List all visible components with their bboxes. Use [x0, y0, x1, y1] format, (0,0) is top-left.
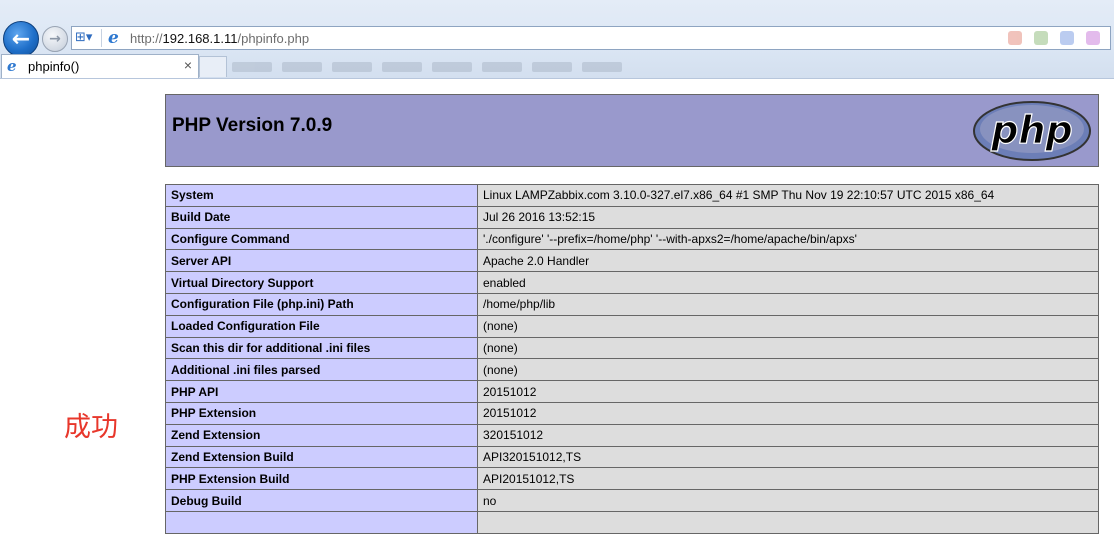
row-value: 20151012 — [477, 401, 1099, 425]
table-row: Server API Apache 2.0 Handler — [165, 249, 1099, 273]
row-key: Debug Build — [165, 489, 478, 512]
table-row: Configuration File (php.ini) Path/home/p… — [165, 292, 1099, 316]
row-key: PHP API — [165, 380, 478, 403]
forward-arrow-icon: → — [49, 31, 61, 47]
phpinfo-header: PHP Version 7.0.9 php — [165, 94, 1099, 167]
row-key: Zend Extension Build — [165, 445, 478, 469]
row-value: /home/php/lib — [477, 292, 1099, 316]
row-key: Zend Extension — [165, 423, 478, 447]
phpinfo-rows: System Linux LAMPZabbix.com 3.10.0-327.el… — [165, 184, 1099, 534]
row-value: enabled — [477, 271, 1099, 294]
phpinfo-table: System Linux LAMPZabbix.com 3.10.0-327.el… — [165, 184, 1099, 534]
row-key: Server API — [165, 249, 478, 273]
forward-button[interactable]: → — [42, 26, 68, 52]
php-logo-text: php — [990, 108, 1072, 152]
row-key: Configure Command — [165, 227, 478, 251]
compatibility-icon[interactable]: ⊞▾ — [75, 29, 102, 47]
new-tab-button[interactable] — [199, 56, 227, 77]
table-row: Zend Extension Build API320151012,TS — [165, 445, 1099, 469]
table-row: Additional .ini files parsed (none) — [165, 358, 1099, 382]
close-tab-icon[interactable]: × — [184, 57, 192, 73]
address-bar-icons — [1008, 31, 1100, 45]
back-button[interactable]: ← — [3, 21, 39, 57]
row-value — [477, 510, 1099, 534]
page-title: PHP Version 7.0.9 — [172, 115, 333, 136]
row-key — [165, 510, 478, 534]
table-row: Zend Extension 320151012 — [165, 423, 1099, 447]
table-row — [165, 510, 1099, 534]
row-key: Additional .ini files parsed — [165, 358, 478, 382]
row-key: Configuration File (php.ini) Path — [165, 292, 478, 316]
row-key: Build Date — [165, 205, 478, 229]
php-logo-icon: php — [973, 101, 1091, 161]
row-key: System — [165, 184, 478, 207]
row-key: PHP Extension — [165, 401, 478, 425]
row-key: PHP Extension Build — [165, 467, 478, 491]
table-row: PHP Extension Build API20151012,TS — [165, 467, 1099, 491]
row-value: 20151012 — [477, 380, 1099, 403]
table-row: PHP API 20151012 — [165, 380, 1099, 403]
row-key: Loaded Configuration File — [165, 314, 478, 338]
tab-favicon-icon: e — [7, 57, 17, 75]
row-value: (none) — [477, 358, 1099, 382]
row-value: no — [477, 489, 1099, 512]
tab-title: phpinfo() — [28, 59, 80, 74]
browser-chrome: ← → ⊞▾ e http://192.168.1.11/phpinfo.php… — [0, 0, 1114, 79]
row-value: './configure' '--prefix=/home/php' '--wi… — [477, 227, 1099, 251]
row-value: 320151012 — [477, 423, 1099, 447]
table-row: Scan this dir for additional .ini files(… — [165, 336, 1099, 360]
table-row: Loaded Configuration File (none) — [165, 314, 1099, 338]
table-row: PHP Extension 20151012 — [165, 401, 1099, 425]
table-row: System Linux LAMPZabbix.com 3.10.0-327.el… — [165, 184, 1099, 207]
row-value: (none) — [477, 314, 1099, 338]
row-key: Virtual Directory Support — [165, 271, 478, 294]
table-row: Virtual Directory Support enabled — [165, 271, 1099, 294]
url-text[interactable]: http://192.168.1.11/phpinfo.php — [130, 31, 309, 46]
success-annotation: 成功 — [64, 412, 118, 443]
row-value: API320151012,TS — [477, 445, 1099, 469]
table-row: Build Date Jul 26 2016 13:52:15 — [165, 205, 1099, 229]
tab-phpinfo[interactable]: e phpinfo() × — [1, 54, 199, 78]
favorites-bar — [232, 62, 622, 72]
ie-page-icon: e — [108, 28, 119, 48]
row-value: API20151012,TS — [477, 467, 1099, 491]
back-arrow-icon: ← — [11, 26, 31, 52]
address-bar[interactable]: ⊞▾ e http://192.168.1.11/phpinfo.php — [71, 26, 1111, 50]
row-value: Linux LAMPZabbix.com 3.10.0-327.el7.x86_… — [477, 184, 1099, 207]
row-value: Jul 26 2016 13:52:15 — [477, 205, 1099, 229]
table-row: Debug Build no — [165, 489, 1099, 512]
row-value: (none) — [477, 336, 1099, 360]
table-row: Configure Command './configure' '--prefix… — [165, 227, 1099, 251]
row-value: Apache 2.0 Handler — [477, 249, 1099, 273]
row-key: Scan this dir for additional .ini files — [165, 336, 478, 360]
